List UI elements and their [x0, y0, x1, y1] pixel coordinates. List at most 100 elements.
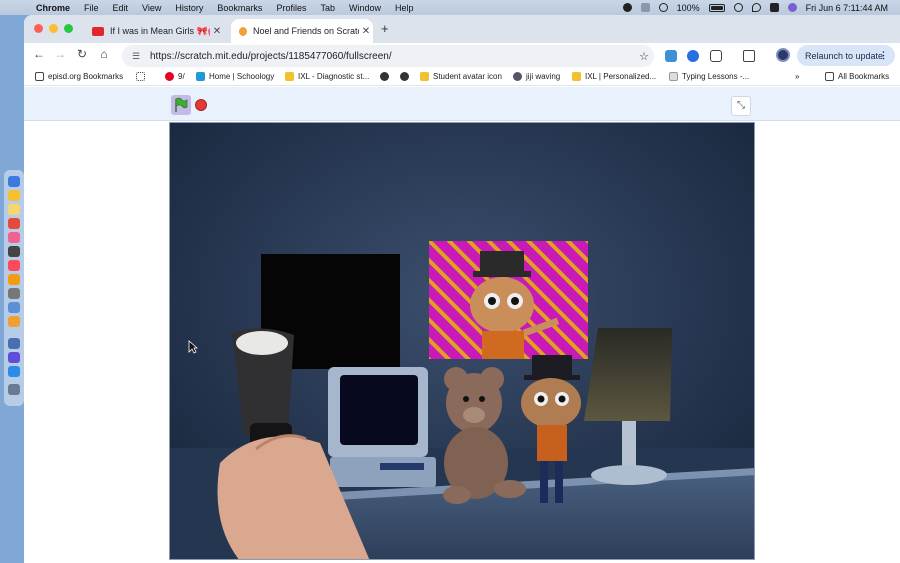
- menu-file[interactable]: File: [84, 3, 99, 13]
- ixl-icon: [285, 72, 294, 81]
- site-info-icon[interactable]: ☰: [126, 51, 146, 62]
- bookmark-globe[interactable]: [380, 72, 393, 81]
- bookmark-apps[interactable]: [136, 72, 149, 81]
- bookmark-label: 9/: [178, 72, 185, 81]
- more-menu-icon[interactable]: ⋮: [879, 50, 888, 61]
- menu-app-name[interactable]: Chrome: [36, 3, 70, 13]
- dock-chrome-icon[interactable]: [8, 190, 20, 201]
- dock-app-icon[interactable]: [8, 274, 20, 285]
- menu-window[interactable]: Window: [349, 3, 381, 13]
- dock-app-icon[interactable]: [8, 352, 20, 363]
- new-tab-icon[interactable]: +: [381, 21, 389, 36]
- bookmark-label: IXL - Diagnostic st...: [298, 72, 370, 81]
- folder-icon: [35, 72, 44, 81]
- bookmark-typing-lessons[interactable]: Typing Lessons -...: [669, 72, 749, 81]
- bookmark-ixl-personalized[interactable]: IXL | Personalized...: [572, 72, 656, 81]
- dock-app-icon[interactable]: [8, 232, 20, 243]
- green-flag-button[interactable]: [171, 95, 191, 115]
- apps-grid-icon: [136, 72, 145, 81]
- home-icon[interactable]: ⌂: [95, 47, 113, 61]
- tab-scratch[interactable]: Noel and Friends on Scratch ✕: [231, 19, 373, 43]
- menu-view[interactable]: View: [142, 3, 161, 13]
- tab-title: If I was in Mean Girls 🎀💕 -: [110, 25, 210, 36]
- menu-bookmarks[interactable]: Bookmarks: [217, 3, 262, 13]
- bookmark-schoology[interactable]: Home | Schoology: [196, 72, 274, 81]
- url-text[interactable]: https://scratch.mit.edu/projects/1185477…: [146, 51, 634, 62]
- stage-scene: [170, 123, 754, 559]
- close-tab-icon[interactable]: ✕: [210, 26, 224, 37]
- exit-fullscreen-button[interactable]: ⤡: [731, 96, 751, 116]
- wifi-icon[interactable]: [733, 3, 743, 12]
- relaunch-to-update-button[interactable]: Relaunch to update ⋮: [797, 45, 895, 66]
- globe-icon: [380, 72, 389, 81]
- bookmark-student-avatar[interactable]: Student avatar icon: [420, 72, 502, 81]
- menu-tab[interactable]: Tab: [320, 3, 335, 13]
- bookmark-label: Student avatar icon: [433, 72, 502, 81]
- mouse-cursor-icon: [188, 340, 198, 354]
- ixl-icon: [420, 72, 429, 81]
- dock-notes-icon[interactable]: [8, 204, 20, 215]
- bookmark-label: IXL | Personalized...: [585, 72, 657, 81]
- dock-app-icon[interactable]: [8, 218, 20, 229]
- minimize-window-button[interactable]: [49, 24, 58, 33]
- dock-app-icon[interactable]: [8, 302, 20, 313]
- bookmark-jiji-waving[interactable]: jiji waving: [513, 72, 560, 81]
- search-icon[interactable]: [751, 3, 761, 12]
- tab-mean-girls[interactable]: If I was in Mean Girls 🎀💕 - ✕: [84, 19, 224, 43]
- youtube-icon: [92, 26, 104, 36]
- bookmark-label: episd.org Bookmarks: [48, 72, 124, 81]
- folder-icon: [825, 72, 834, 81]
- dock: [4, 170, 24, 406]
- siri-icon[interactable]: [787, 3, 797, 12]
- battery-icon[interactable]: [708, 3, 725, 12]
- menu-history[interactable]: History: [175, 3, 203, 13]
- tab-title: Noel and Friends on Scratch: [253, 26, 359, 36]
- stop-button[interactable]: [195, 99, 207, 111]
- menu-edit[interactable]: Edit: [113, 3, 129, 13]
- tab-strip: If I was in Mean Girls 🎀💕 - ✕ Noel and F…: [24, 15, 900, 43]
- bookmark-ixl-diagnostic[interactable]: IXL - Diagnostic st...: [285, 72, 369, 81]
- bookmark-star-icon[interactable]: ☆: [634, 50, 654, 63]
- back-icon[interactable]: ←: [30, 47, 48, 61]
- bookmark-episd[interactable]: episd.org Bookmarks: [35, 72, 123, 81]
- dock-settings-icon[interactable]: [8, 288, 20, 299]
- bookmark-label: jiji waving: [526, 72, 561, 81]
- extension-icon[interactable]: [687, 50, 699, 62]
- record-icon[interactable]: [622, 3, 632, 12]
- dock-app-icon[interactable]: [8, 246, 20, 257]
- extension-icon[interactable]: [665, 50, 677, 62]
- pinterest-icon: [165, 72, 174, 81]
- scratch-stage[interactable]: [169, 122, 755, 560]
- dock-app-icon[interactable]: [8, 366, 20, 377]
- extension-status-icon[interactable]: [640, 3, 650, 12]
- bookmark-globe[interactable]: [400, 72, 413, 81]
- forward-icon[interactable]: →: [51, 47, 69, 61]
- close-tab-icon[interactable]: ✕: [359, 26, 373, 37]
- dock-trash-icon[interactable]: [8, 384, 20, 395]
- bookmark-pinterest[interactable]: 9/: [165, 72, 185, 81]
- reload-icon[interactable]: ↻: [73, 47, 91, 61]
- scratch-cat-icon: [239, 26, 247, 36]
- dock-music-icon[interactable]: [8, 260, 20, 271]
- dock-app-icon[interactable]: [8, 316, 20, 327]
- dock-app-icon[interactable]: [8, 338, 20, 349]
- menu-clock[interactable]: Fri Jun 6 7:11:44 AM: [806, 3, 888, 13]
- control-center-icon[interactable]: [769, 3, 779, 12]
- relaunch-label: Relaunch to update: [805, 50, 884, 61]
- menu-help[interactable]: Help: [395, 3, 414, 13]
- extensions-puzzle-icon[interactable]: [710, 50, 722, 62]
- all-bookmarks[interactable]: All Bookmarks: [825, 72, 889, 81]
- zoom-window-button[interactable]: [64, 24, 73, 33]
- green-flag-icon: [175, 97, 188, 112]
- framed-picture: [429, 241, 588, 359]
- close-window-button[interactable]: [34, 24, 43, 33]
- bookmarks-overflow[interactable]: »: [795, 72, 799, 81]
- bookmarks-bar: episd.org Bookmarks 9/ Home | Schoology …: [24, 69, 900, 86]
- play-status-icon[interactable]: [658, 3, 668, 12]
- menu-profiles[interactable]: Profiles: [276, 3, 306, 13]
- address-bar[interactable]: ☰ https://scratch.mit.edu/projects/11854…: [122, 45, 654, 67]
- tab-search-icon[interactable]: [743, 50, 755, 62]
- profile-avatar[interactable]: [776, 48, 790, 62]
- player-controls-bar: ⤡: [24, 87, 900, 121]
- dock-finder-icon[interactable]: [8, 176, 20, 187]
